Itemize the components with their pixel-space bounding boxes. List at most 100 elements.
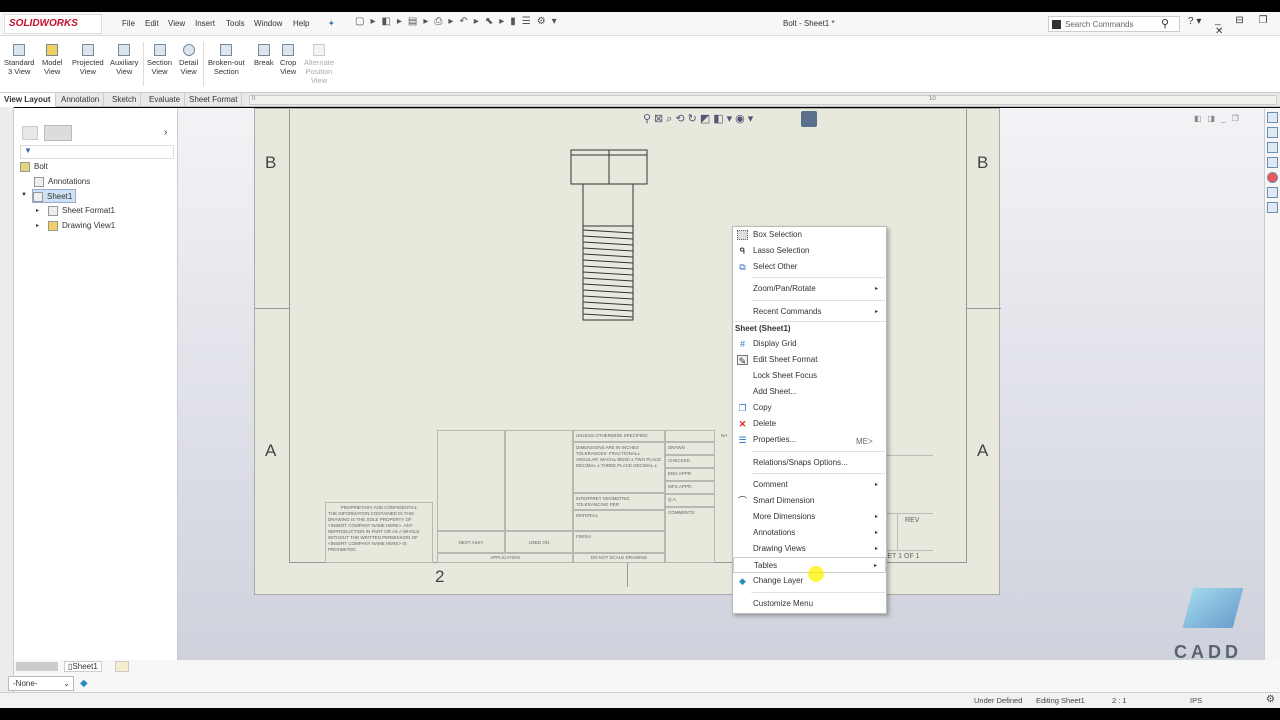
auxiliary-view-button[interactable]: Auxiliary View [110,44,138,76]
status-definition: Under Defined [974,696,1023,705]
expand-arrow-icon[interactable]: ▸ [36,207,39,214]
menu-item-lasso-selection[interactable]: ᑫ Lasso Selection [733,243,886,259]
menu-item-recent-commands[interactable]: Recent Commands ▸ [733,304,886,320]
menu-item-lock-sheet-focus[interactable]: Lock Sheet Focus [733,368,886,384]
tb-empty [665,430,715,442]
tree-item-sheet-format1[interactable]: Sheet Format1 [48,204,115,218]
crop-view-icon [282,44,295,56]
help-icon[interactable]: ? ▾ [1188,16,1201,27]
tree-root-bolt[interactable]: Bolt [20,160,48,174]
menu-file[interactable]: File [122,19,135,28]
design-library-icon[interactable] [1267,127,1278,138]
search-commands[interactable]: Search Commands ⚲ [1048,16,1180,32]
menu-item-smart-dimension[interactable]: ⌒ Smart Dimension [733,493,886,509]
status-scale[interactable]: 2 : 1 [1112,696,1127,705]
mfg-appr: MFG APPR. [665,481,715,494]
menu-item-relations-snaps-options[interactable]: Relations/Snaps Options... [733,455,886,471]
appearance-icon[interactable] [801,111,817,127]
standard-3-view-button[interactable]: Standard 3 View [4,44,34,76]
menu-item-zoom-pan-rotate[interactable]: Zoom/Pan/Rotate ▸ [733,281,886,297]
menu-item-annotations[interactable]: Annotations ▸ [733,525,886,541]
quick-access-toolbar-icons[interactable]: ▢▸◧▸▤▸⎙▸↶▸⬉▸▮☰⚙▾ [355,16,563,27]
zone-divider [627,563,628,587]
home-icon[interactable] [1267,112,1278,123]
detail-view-button[interactable]: Detail View [179,44,198,76]
tree-item-sheet1[interactable]: Sheet1 [32,189,77,203]
drawing-sheet[interactable]: B A B A 2 ⚲⊠⌕⟲↻◩◧▾◉▾ PROPRIETARY AND CON… [254,108,1001,595]
feature-tree-tab-icon[interactable] [22,126,38,140]
tree-item-drawing-view1[interactable]: Drawing View1 [48,219,115,233]
tab-sheet-format[interactable]: Sheet Format [185,93,243,107]
view-palette-icon[interactable] [1267,157,1278,168]
label: Annotations [753,528,796,537]
appearances-icon[interactable] [1267,172,1278,183]
projected-view-button[interactable]: Projected View [72,44,104,76]
file-explorer-icon[interactable] [1267,142,1278,153]
chevron-right-icon[interactable]: › [164,127,167,138]
label: Sheet1 [47,192,73,201]
drawing-view-icon [48,220,58,231]
model-view-button[interactable]: Model View [42,44,62,76]
sheet-tab-sheet1[interactable]: ▯Sheet1 [64,661,102,672]
break-button[interactable]: Break [254,44,274,67]
detail-view-icon [182,44,195,56]
label: Annotations [48,177,91,186]
menu-section-header: Sheet (Sheet1) [735,324,791,333]
separator [751,300,885,301]
pin-icon[interactable]: ✦ [328,19,335,28]
menu-item-comment[interactable]: Comment ▸ [733,477,886,493]
zone-label: B [977,153,989,172]
do-not-scale: DO NOT SCALE DRAWING [573,553,665,563]
section-view-button[interactable]: Section View [147,44,172,76]
menu-insert[interactable]: Insert [195,19,215,28]
label: Standard 3 View [4,58,35,76]
menu-edit[interactable]: Edit [145,19,159,28]
tab-view-layout[interactable]: View Layout [0,93,56,107]
menu-item-delete[interactable]: ✕ Delete [733,416,886,432]
left-dock-edge [0,107,14,697]
status-units[interactable]: IPS [1190,696,1202,705]
property-manager-tab-icon[interactable] [44,125,72,141]
layer-select[interactable]: -None- ⌄ [8,676,74,691]
menu-item-copy[interactable]: ❐ Copy [733,400,886,416]
menu-item-add-sheet[interactable]: Add Sheet... [733,384,886,400]
view-window-controls[interactable]: ◧◨_❐ [1194,114,1245,123]
menu-window[interactable]: Window [254,19,282,28]
menu-help[interactable]: Help [293,19,309,28]
divider [897,513,898,550]
add-sheet-icon[interactable] [115,661,129,672]
tab-annotation[interactable]: Annotation [57,93,105,107]
custom-properties-icon[interactable] [1267,187,1278,198]
forum-icon[interactable] [1267,202,1278,213]
menu-view[interactable]: View [168,19,185,28]
graphics-area[interactable]: B A B A 2 ⚲⊠⌕⟲↻◩◧▾◉▾ PROPRIETARY AND CON… [178,108,1264,662]
bolt-drawing-view[interactable] [565,145,655,325]
tree-item-annotations[interactable]: Annotations [34,175,90,189]
window-controls[interactable]: _ ⊟ ❐ ✕ [1215,15,1280,37]
menu-item-customize-menu[interactable]: Customize Menu [733,596,886,612]
tb-empty [505,430,573,531]
heads-up-view-toolbar[interactable]: ⚲⊠⌕⟲↻◩◧▾◉▾ [643,112,756,126]
menu-item-drawing-views[interactable]: Drawing Views ▸ [733,541,886,557]
tab-evaluate[interactable]: Evaluate [145,93,186,107]
menu-item-box-selection[interactable]: Box Selection [733,227,886,243]
sheet-navigation-arrows[interactable] [16,662,58,671]
menu-item-edit-sheet-format[interactable]: ✎ Edit Sheet Format [733,352,886,368]
filter-input[interactable]: ▼ [20,145,174,159]
broken-out-section-button[interactable]: Broken-out Section [208,44,245,76]
menu-tools[interactable]: Tools [226,19,245,28]
layer-properties-icon[interactable]: ◆ [80,678,88,689]
solidworks-logo[interactable]: SOLIDWORKS [4,14,102,34]
projected-view-icon [81,44,94,56]
search-icon[interactable]: ⚲ [1161,17,1169,30]
customize-status-icon[interactable]: ⚙ [1266,694,1275,705]
menu-item-display-grid[interactable]: # Display Grid [733,336,886,352]
label: Zoom/Pan/Rotate [753,284,816,293]
crop-view-button[interactable]: Crop View [280,44,296,76]
alternate-position-view-button[interactable]: Alternate Position View [304,44,334,85]
tab-sketch[interactable]: Sketch [108,93,142,107]
collapse-arrow-icon[interactable]: ▼ [21,192,27,198]
menu-item-more-dimensions[interactable]: More Dimensions ▸ [733,509,886,525]
expand-arrow-icon[interactable]: ▸ [36,222,39,229]
menu-item-select-other[interactable]: ⧉ Select Other [733,259,886,275]
